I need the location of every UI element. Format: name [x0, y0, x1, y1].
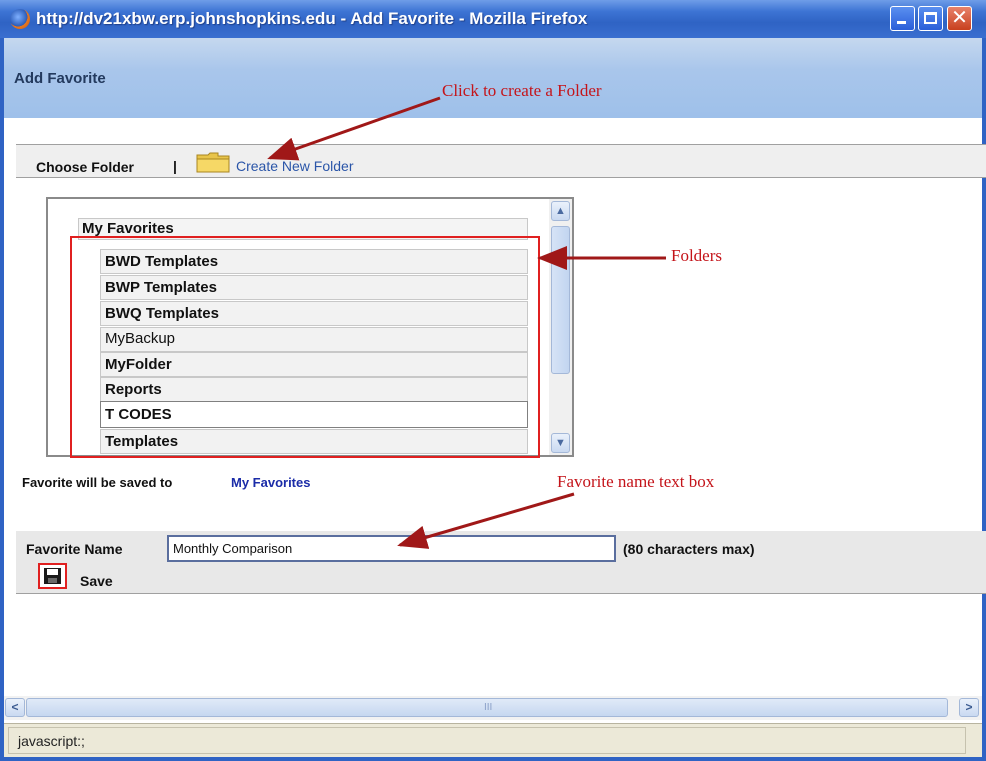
- annotation-create-folder: Click to create a Folder: [442, 81, 602, 100]
- annotation-folders: Folders: [671, 246, 722, 265]
- status-text: javascript:;: [18, 733, 85, 749]
- arrow-to-create-folder: [267, 96, 441, 161]
- window-frame-bottom: [0, 757, 986, 761]
- annotation-arrows: [267, 96, 666, 549]
- scroll-grip-icon: III: [484, 702, 493, 713]
- arrow-to-name-box: [397, 492, 575, 549]
- scroll-left-button[interactable]: <: [5, 698, 25, 717]
- scroll-right-button[interactable]: >: [959, 698, 979, 717]
- status-well: [8, 727, 966, 754]
- annotation-name-box: Favorite name text box: [557, 472, 715, 491]
